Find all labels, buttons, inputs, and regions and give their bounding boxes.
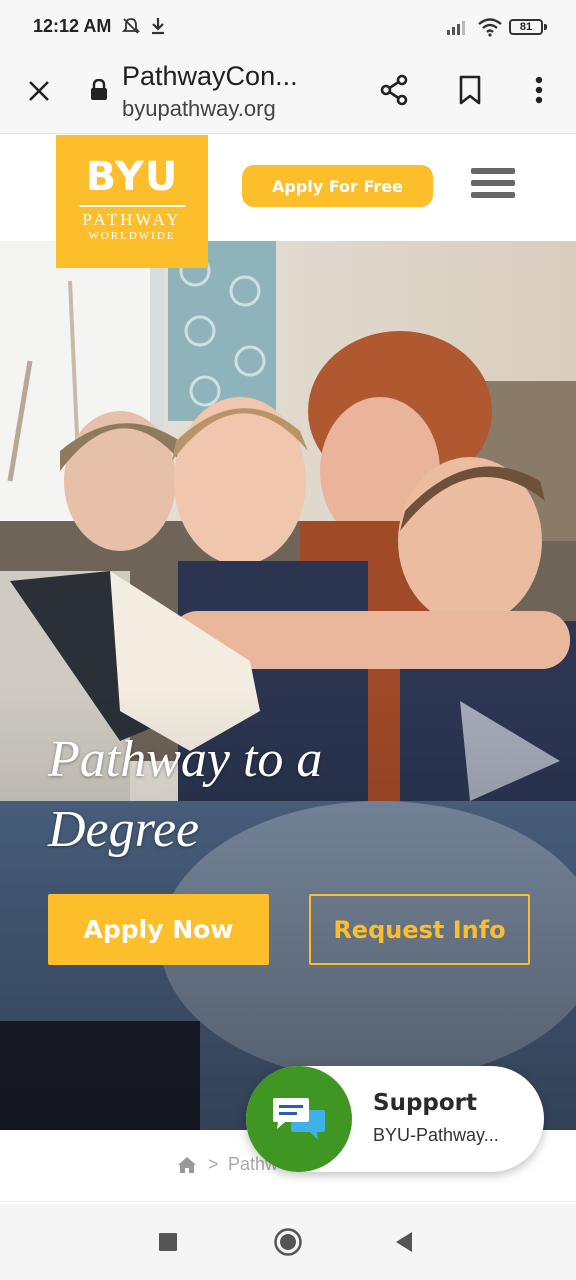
logo-worldwide-text: WORLDWIDE <box>88 230 176 242</box>
more-vert-icon[interactable] <box>524 70 554 110</box>
hamburger-icon[interactable] <box>471 168 515 204</box>
bookmark-icon[interactable] <box>452 70 488 110</box>
status-time: 12:12 AM <box>33 16 112 36</box>
logo-divider <box>79 205 185 207</box>
mute-bell-icon <box>121 16 141 41</box>
hero-section: Pathway to a Degree Apply Now Request In… <box>0 241 576 1130</box>
hero-title: Pathway to a Degree <box>48 731 323 858</box>
home-circle-icon[interactable] <box>258 1204 318 1280</box>
support-subtitle: BYU-Pathway... <box>373 1125 499 1145</box>
page-title[interactable]: PathwayCon... <box>122 61 342 92</box>
wifi-icon <box>477 17 503 42</box>
support-title: Support <box>373 1090 478 1116</box>
apply-now-button[interactable]: Apply Now <box>48 894 269 965</box>
site-header: BYU PATHWAY WORLDWIDE Apply For Free <box>0 135 576 268</box>
battery-icon: 81 <box>509 19 543 35</box>
share-icon[interactable] <box>376 70 412 110</box>
battery-tip <box>544 24 547 30</box>
lock-icon <box>88 78 110 102</box>
hero-family-photo <box>0 241 576 1130</box>
chat-bubble-icon[interactable] <box>246 1066 352 1172</box>
byu-pathway-logo[interactable]: BYU PATHWAY WORLDWIDE <box>56 135 208 268</box>
page-domain[interactable]: byupathway.org <box>122 96 276 122</box>
download-icon <box>149 16 167 41</box>
breadcrumb-separator: > <box>208 1154 219 1174</box>
browser-toolbar: PathwayCon... byupathway.org <box>0 54 576 134</box>
logo-byu-text: BYU <box>85 154 179 200</box>
logo-pathway-text: PATHWAY <box>82 210 182 229</box>
recents-square-icon[interactable] <box>138 1204 198 1280</box>
support-chat-widget[interactable]: Support BYU-Pathway... <box>246 1066 544 1172</box>
status-bar: 12:12 AM 81 <box>0 0 576 54</box>
request-info-button[interactable]: Request Info <box>309 894 530 965</box>
back-triangle-icon[interactable] <box>374 1204 434 1280</box>
apply-for-free-button[interactable]: Apply For Free <box>242 165 433 207</box>
system-nav-bar <box>0 1204 576 1280</box>
close-icon[interactable] <box>20 72 58 110</box>
home-icon[interactable] <box>177 1156 197 1179</box>
signal-icon <box>446 18 470 41</box>
